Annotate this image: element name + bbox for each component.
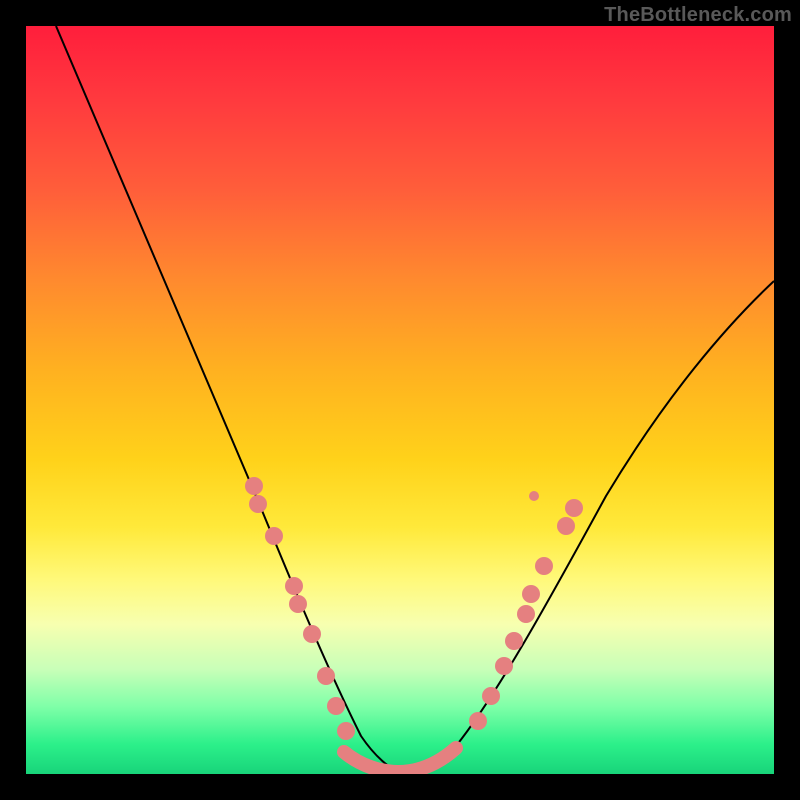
marker-dot — [517, 605, 535, 623]
marker-dot — [529, 491, 539, 501]
marker-dot — [337, 722, 355, 740]
trough-marker-segment — [344, 748, 456, 772]
marker-dot — [565, 499, 583, 517]
marker-dot — [522, 585, 540, 603]
marker-dot — [495, 657, 513, 675]
marker-dot — [249, 495, 267, 513]
chart-overlay-svg — [26, 26, 774, 774]
bottleneck-curve — [56, 26, 774, 772]
marker-dot — [327, 697, 345, 715]
marker-dot — [557, 517, 575, 535]
marker-dot — [265, 527, 283, 545]
marker-dot — [317, 667, 335, 685]
marker-dot — [303, 625, 321, 643]
marker-dot — [469, 712, 487, 730]
marker-dot — [482, 687, 500, 705]
watermark-text: TheBottleneck.com — [604, 4, 792, 27]
plot-area — [26, 26, 774, 774]
marker-dot — [289, 595, 307, 613]
marker-dot — [285, 577, 303, 595]
marker-dot — [505, 632, 523, 650]
marker-dot — [245, 477, 263, 495]
chart-stage: TheBottleneck.com — [0, 0, 800, 800]
marker-dot — [535, 557, 553, 575]
